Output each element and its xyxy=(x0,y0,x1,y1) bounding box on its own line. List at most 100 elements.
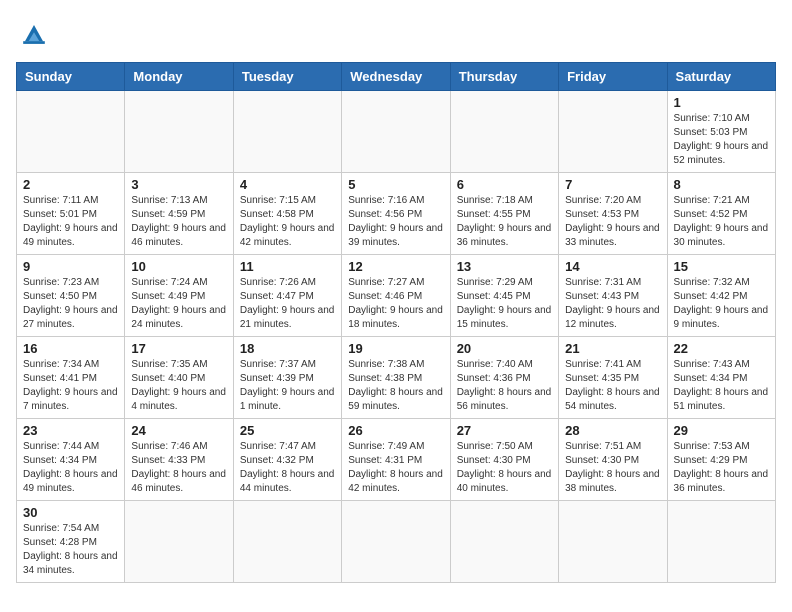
day-info: Sunrise: 7:27 AM Sunset: 4:46 PM Dayligh… xyxy=(348,276,443,332)
calendar-cell: 26Sunrise: 7:49 AM Sunset: 4:31 PM Dayli… xyxy=(342,419,450,501)
calendar-cell xyxy=(125,501,233,583)
day-number: 9 xyxy=(23,259,118,274)
weekday-header-friday: Friday xyxy=(559,63,667,91)
calendar-cell: 9 Sunrise: 7:23 AM Sunset: 4:50 PM Daylig… xyxy=(17,255,125,337)
day-number: 15 xyxy=(674,259,769,274)
day-number: 14 xyxy=(565,259,660,274)
calendar-cell xyxy=(667,501,775,583)
calendar-cell: 7 Sunrise: 7:20 AM Sunset: 4:53 PM Daylig… xyxy=(559,173,667,255)
day-info: Sunrise: 7:20 AM Sunset: 4:53 PM Dayligh… xyxy=(565,194,660,250)
weekday-header-wednesday: Wednesday xyxy=(342,63,450,91)
day-info: Sunrise: 7:44 AM Sunset: 4:34 PM Dayligh… xyxy=(23,440,118,496)
day-number: 1 xyxy=(674,95,769,110)
day-info: Sunrise: 7:40 AM Sunset: 4:36 PM Dayligh… xyxy=(457,358,552,414)
day-number: 5 xyxy=(348,177,443,192)
calendar-cell: 12 Sunrise: 7:27 AM Sunset: 4:46 PM Dayli… xyxy=(342,255,450,337)
day-number: 11 xyxy=(240,259,335,274)
day-number: 7 xyxy=(565,177,660,192)
calendar-body: 1 Sunrise: 7:10 AM Sunset: 5:03 PM Daylig… xyxy=(17,91,776,583)
calendar-cell: 21 Sunrise: 7:41 AM Sunset: 4:35 PM Dayli… xyxy=(559,337,667,419)
calendar-cell: 13 Sunrise: 7:29 AM Sunset: 4:45 PM Dayli… xyxy=(450,255,558,337)
calendar-row-6: 30Sunrise: 7:54 AM Sunset: 4:28 PM Dayli… xyxy=(17,501,776,583)
day-number: 21 xyxy=(565,341,660,356)
day-number: 12 xyxy=(348,259,443,274)
day-info: Sunrise: 7:21 AM Sunset: 4:52 PM Dayligh… xyxy=(674,194,769,250)
weekday-header-thursday: Thursday xyxy=(450,63,558,91)
day-info: Sunrise: 7:35 AM Sunset: 4:40 PM Dayligh… xyxy=(131,358,226,414)
day-number: 25 xyxy=(240,423,335,438)
day-number: 4 xyxy=(240,177,335,192)
day-info: Sunrise: 7:46 AM Sunset: 4:33 PM Dayligh… xyxy=(131,440,226,496)
calendar-cell: 4 Sunrise: 7:15 AM Sunset: 4:58 PM Daylig… xyxy=(233,173,341,255)
calendar-cell: 5 Sunrise: 7:16 AM Sunset: 4:56 PM Daylig… xyxy=(342,173,450,255)
calendar-cell xyxy=(450,501,558,583)
logo xyxy=(16,16,56,52)
day-number: 10 xyxy=(131,259,226,274)
day-info: Sunrise: 7:23 AM Sunset: 4:50 PM Dayligh… xyxy=(23,276,118,332)
day-info: Sunrise: 7:18 AM Sunset: 4:55 PM Dayligh… xyxy=(457,194,552,250)
day-info: Sunrise: 7:43 AM Sunset: 4:34 PM Dayligh… xyxy=(674,358,769,414)
calendar-cell xyxy=(125,91,233,173)
calendar-cell xyxy=(450,91,558,173)
calendar: SundayMondayTuesdayWednesdayThursdayFrid… xyxy=(16,62,776,583)
calendar-cell: 22 Sunrise: 7:43 AM Sunset: 4:34 PM Dayli… xyxy=(667,337,775,419)
day-info: Sunrise: 7:53 AM Sunset: 4:29 PM Dayligh… xyxy=(674,440,769,496)
day-info: Sunrise: 7:54 AM Sunset: 4:28 PM Dayligh… xyxy=(23,522,118,578)
day-info: Sunrise: 7:15 AM Sunset: 4:58 PM Dayligh… xyxy=(240,194,335,250)
day-info: Sunrise: 7:41 AM Sunset: 4:35 PM Dayligh… xyxy=(565,358,660,414)
calendar-cell: 16Sunrise: 7:34 AM Sunset: 4:41 PM Dayli… xyxy=(17,337,125,419)
calendar-cell: 14 Sunrise: 7:31 AM Sunset: 4:43 PM Dayli… xyxy=(559,255,667,337)
day-number: 28 xyxy=(565,423,660,438)
day-info: Sunrise: 7:10 AM Sunset: 5:03 PM Dayligh… xyxy=(674,112,769,168)
day-info: Sunrise: 7:26 AM Sunset: 4:47 PM Dayligh… xyxy=(240,276,335,332)
day-info: Sunrise: 7:37 AM Sunset: 4:39 PM Dayligh… xyxy=(240,358,335,414)
day-number: 19 xyxy=(348,341,443,356)
calendar-cell xyxy=(559,91,667,173)
calendar-cell xyxy=(342,501,450,583)
calendar-cell: 25Sunrise: 7:47 AM Sunset: 4:32 PM Dayli… xyxy=(233,419,341,501)
calendar-row-1: 1 Sunrise: 7:10 AM Sunset: 5:03 PM Daylig… xyxy=(17,91,776,173)
day-number: 22 xyxy=(674,341,769,356)
calendar-cell: 2Sunrise: 7:11 AM Sunset: 5:01 PM Daylig… xyxy=(17,173,125,255)
day-info: Sunrise: 7:50 AM Sunset: 4:30 PM Dayligh… xyxy=(457,440,552,496)
calendar-cell xyxy=(233,91,341,173)
calendar-cell: 6 Sunrise: 7:18 AM Sunset: 4:55 PM Daylig… xyxy=(450,173,558,255)
calendar-cell xyxy=(342,91,450,173)
day-number: 8 xyxy=(674,177,769,192)
calendar-cell: 28 Sunrise: 7:51 AM Sunset: 4:30 PM Dayli… xyxy=(559,419,667,501)
weekday-header-monday: Monday xyxy=(125,63,233,91)
day-number: 6 xyxy=(457,177,552,192)
day-number: 18 xyxy=(240,341,335,356)
logo-icon xyxy=(16,16,52,52)
day-info: Sunrise: 7:32 AM Sunset: 4:42 PM Dayligh… xyxy=(674,276,769,332)
day-number: 17 xyxy=(131,341,226,356)
calendar-cell: 18 Sunrise: 7:37 AM Sunset: 4:39 PM Dayli… xyxy=(233,337,341,419)
calendar-row-5: 23Sunrise: 7:44 AM Sunset: 4:34 PM Dayli… xyxy=(17,419,776,501)
calendar-cell: 23Sunrise: 7:44 AM Sunset: 4:34 PM Dayli… xyxy=(17,419,125,501)
calendar-cell: 19 Sunrise: 7:38 AM Sunset: 4:38 PM Dayli… xyxy=(342,337,450,419)
day-info: Sunrise: 7:34 AM Sunset: 4:41 PM Dayligh… xyxy=(23,358,118,414)
calendar-cell: 8 Sunrise: 7:21 AM Sunset: 4:52 PM Daylig… xyxy=(667,173,775,255)
calendar-cell: 10Sunrise: 7:24 AM Sunset: 4:49 PM Dayli… xyxy=(125,255,233,337)
day-number: 24 xyxy=(131,423,226,438)
day-info: Sunrise: 7:16 AM Sunset: 4:56 PM Dayligh… xyxy=(348,194,443,250)
day-info: Sunrise: 7:49 AM Sunset: 4:31 PM Dayligh… xyxy=(348,440,443,496)
day-number: 3 xyxy=(131,177,226,192)
calendar-row-2: 2Sunrise: 7:11 AM Sunset: 5:01 PM Daylig… xyxy=(17,173,776,255)
day-info: Sunrise: 7:38 AM Sunset: 4:38 PM Dayligh… xyxy=(348,358,443,414)
page-header xyxy=(16,16,776,52)
day-info: Sunrise: 7:51 AM Sunset: 4:30 PM Dayligh… xyxy=(565,440,660,496)
calendar-cell: 30Sunrise: 7:54 AM Sunset: 4:28 PM Dayli… xyxy=(17,501,125,583)
calendar-cell: 24 Sunrise: 7:46 AM Sunset: 4:33 PM Dayli… xyxy=(125,419,233,501)
day-number: 2 xyxy=(23,177,118,192)
day-info: Sunrise: 7:29 AM Sunset: 4:45 PM Dayligh… xyxy=(457,276,552,332)
weekday-header-saturday: Saturday xyxy=(667,63,775,91)
weekday-header-tuesday: Tuesday xyxy=(233,63,341,91)
calendar-row-4: 16Sunrise: 7:34 AM Sunset: 4:41 PM Dayli… xyxy=(17,337,776,419)
calendar-cell xyxy=(233,501,341,583)
calendar-header: SundayMondayTuesdayWednesdayThursdayFrid… xyxy=(17,63,776,91)
day-number: 29 xyxy=(674,423,769,438)
day-info: Sunrise: 7:31 AM Sunset: 4:43 PM Dayligh… xyxy=(565,276,660,332)
day-number: 13 xyxy=(457,259,552,274)
calendar-cell: 1 Sunrise: 7:10 AM Sunset: 5:03 PM Daylig… xyxy=(667,91,775,173)
